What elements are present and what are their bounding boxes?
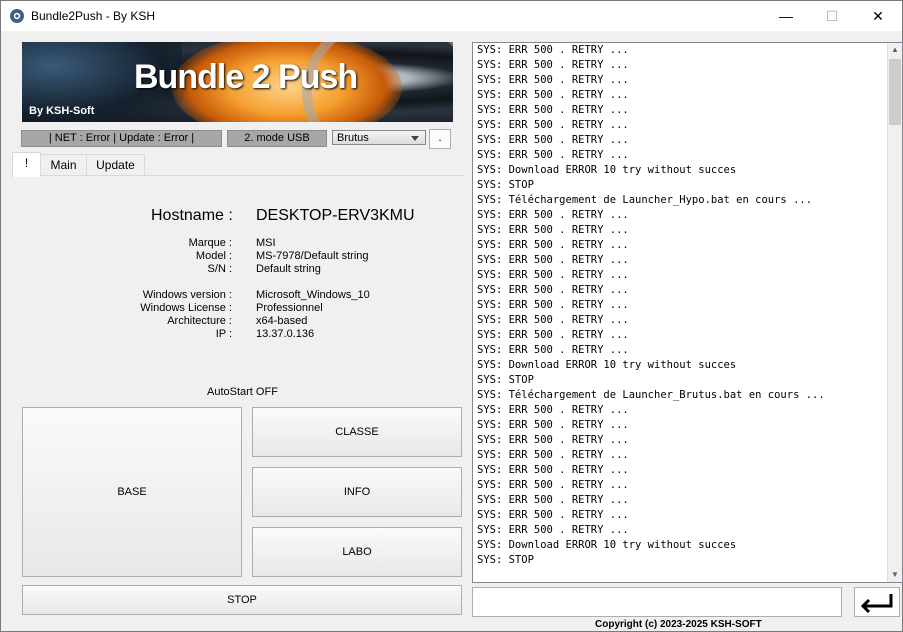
tab-update[interactable]: Update bbox=[86, 154, 145, 176]
banner-title: Bundle 2 Push bbox=[134, 58, 358, 96]
classe-button[interactable]: CLASSE bbox=[252, 407, 462, 457]
log-line: SYS: ERR 500 . RETRY ... bbox=[477, 74, 629, 86]
log-line: SYS: ERR 500 . RETRY ... bbox=[477, 344, 629, 356]
log-line: SYS: ERR 500 . RETRY ... bbox=[477, 314, 629, 326]
tab-info[interactable]: ! bbox=[12, 152, 41, 177]
profile-select[interactable]: Brutus bbox=[332, 130, 426, 145]
app-window: Bundle2Push - By KSH — ☐ ✕ Bundle 2 Push… bbox=[0, 0, 903, 632]
log-line: SYS: ERR 500 . RETRY ... bbox=[477, 239, 629, 251]
log-line: SYS: ERR 500 . RETRY ... bbox=[477, 434, 629, 446]
scroll-thumb[interactable] bbox=[889, 59, 901, 125]
maximize-button[interactable]: ☐ bbox=[809, 1, 855, 31]
tab-panel-border bbox=[11, 175, 464, 176]
log-line: SYS: ERR 500 . RETRY ... bbox=[477, 494, 629, 506]
windows-license-label: Windows License : bbox=[140, 302, 232, 314]
return-arrow-icon bbox=[860, 594, 893, 614]
log-line: SYS: ERR 500 . RETRY ... bbox=[477, 254, 629, 266]
info-button[interactable]: INFO bbox=[252, 467, 462, 517]
windows-version-label: Windows version : bbox=[142, 289, 232, 301]
serial-value: Default string bbox=[256, 263, 321, 275]
log-line: SYS: Download ERROR 10 try without succe… bbox=[477, 164, 737, 176]
scroll-up-icon[interactable]: ▲ bbox=[888, 43, 902, 57]
log-scrollbar[interactable]: ▲ ▼ bbox=[887, 43, 902, 582]
tab-main[interactable]: Main bbox=[39, 154, 88, 176]
net-update-status: | NET : Error | Update : Error | bbox=[21, 130, 222, 147]
log-line: SYS: ERR 500 . RETRY ... bbox=[477, 509, 629, 521]
log-line: SYS: STOP bbox=[477, 554, 534, 566]
hostname-value: DESKTOP-ERV3KMU bbox=[256, 207, 415, 224]
dot-button[interactable]: . bbox=[429, 129, 451, 149]
command-input[interactable] bbox=[472, 587, 842, 617]
labo-button[interactable]: LABO bbox=[252, 527, 462, 577]
log-line: SYS: ERR 500 . RETRY ... bbox=[477, 119, 629, 131]
log-lines: SYS: ERR 500 . RETRY ... SYS: ERR 500 . R… bbox=[477, 43, 825, 568]
log-line: SYS: ERR 500 . RETRY ... bbox=[477, 149, 629, 161]
windows-license-value: Professionnel bbox=[256, 302, 323, 314]
architecture-value: x64-based bbox=[256, 315, 308, 327]
mode-status: 2. mode USB bbox=[227, 130, 327, 147]
banner-image: Bundle 2 Push By KSH-Soft bbox=[22, 42, 453, 122]
serial-label: S/N : bbox=[207, 263, 232, 275]
log-line: SYS: ERR 500 . RETRY ... bbox=[477, 329, 629, 341]
log-line: SYS: STOP bbox=[477, 374, 534, 386]
log-line: SYS: ERR 500 . RETRY ... bbox=[477, 449, 629, 461]
log-line: SYS: ERR 500 . RETRY ... bbox=[477, 224, 629, 236]
enter-button[interactable] bbox=[854, 587, 900, 617]
banner-subtitle: By KSH-Soft bbox=[29, 105, 95, 117]
gear-app-icon bbox=[10, 9, 24, 23]
log-line: SYS: ERR 500 . RETRY ... bbox=[477, 404, 629, 416]
log-line: SYS: ERR 500 . RETRY ... bbox=[477, 44, 629, 56]
architecture-label: Architecture : bbox=[167, 315, 232, 327]
profile-select-value: Brutus bbox=[337, 132, 369, 144]
log-output[interactable]: SYS: ERR 500 . RETRY ... SYS: ERR 500 . R… bbox=[472, 42, 903, 583]
hostname-label: Hostname : bbox=[151, 207, 233, 224]
log-line: SYS: ERR 500 . RETRY ... bbox=[477, 104, 629, 116]
close-button[interactable]: ✕ bbox=[855, 1, 901, 31]
log-line: SYS: ERR 500 . RETRY ... bbox=[477, 269, 629, 281]
copyright-text: Copyright (c) 2023-2025 KSH-SOFT bbox=[595, 619, 762, 630]
stop-button[interactable]: STOP bbox=[22, 585, 462, 615]
base-button[interactable]: BASE bbox=[22, 407, 242, 577]
brand-value: MSI bbox=[256, 237, 276, 249]
log-line: SYS: ERR 500 . RETRY ... bbox=[477, 524, 629, 536]
log-line: SYS: ERR 500 . RETRY ... bbox=[477, 479, 629, 491]
log-line: SYS: ERR 500 . RETRY ... bbox=[477, 464, 629, 476]
log-line: SYS: ERR 500 . RETRY ... bbox=[477, 59, 629, 71]
windows-version-value: Microsoft_Windows_10 bbox=[256, 289, 370, 301]
log-line: SYS: ERR 500 . RETRY ... bbox=[477, 419, 629, 431]
model-value: MS-7978/Default string bbox=[256, 250, 369, 262]
log-line: SYS: ERR 500 . RETRY ... bbox=[477, 299, 629, 311]
log-line: SYS: Download ERROR 10 try without succe… bbox=[477, 359, 737, 371]
brand-label: Marque : bbox=[188, 237, 232, 249]
log-line: SYS: ERR 500 . RETRY ... bbox=[477, 284, 629, 296]
log-line: SYS: Téléchargement de Launcher_Brutus.b… bbox=[477, 389, 825, 401]
log-line: SYS: STOP bbox=[477, 179, 534, 191]
log-line: SYS: Téléchargement de Launcher_Hypo.bat… bbox=[477, 194, 813, 206]
ip-value: 13.37.0.136 bbox=[256, 328, 315, 340]
log-line: SYS: ERR 500 . RETRY ... bbox=[477, 134, 629, 146]
log-line: SYS: ERR 500 . RETRY ... bbox=[477, 209, 629, 221]
title-bar[interactable]: Bundle2Push - By KSH — ☐ ✕ bbox=[1, 1, 902, 31]
scroll-down-icon[interactable]: ▼ bbox=[888, 568, 902, 582]
ip-label: IP : bbox=[215, 328, 232, 340]
autostart-status: AutoStart OFF bbox=[207, 386, 278, 398]
log-line: SYS: ERR 500 . RETRY ... bbox=[477, 89, 629, 101]
chevron-down-icon bbox=[411, 136, 419, 141]
window-title: Bundle2Push - By KSH bbox=[31, 9, 156, 23]
model-label: Model : bbox=[195, 250, 232, 262]
minimize-button[interactable]: — bbox=[763, 1, 809, 31]
log-line: SYS: Download ERROR 10 try without succe… bbox=[477, 539, 737, 551]
